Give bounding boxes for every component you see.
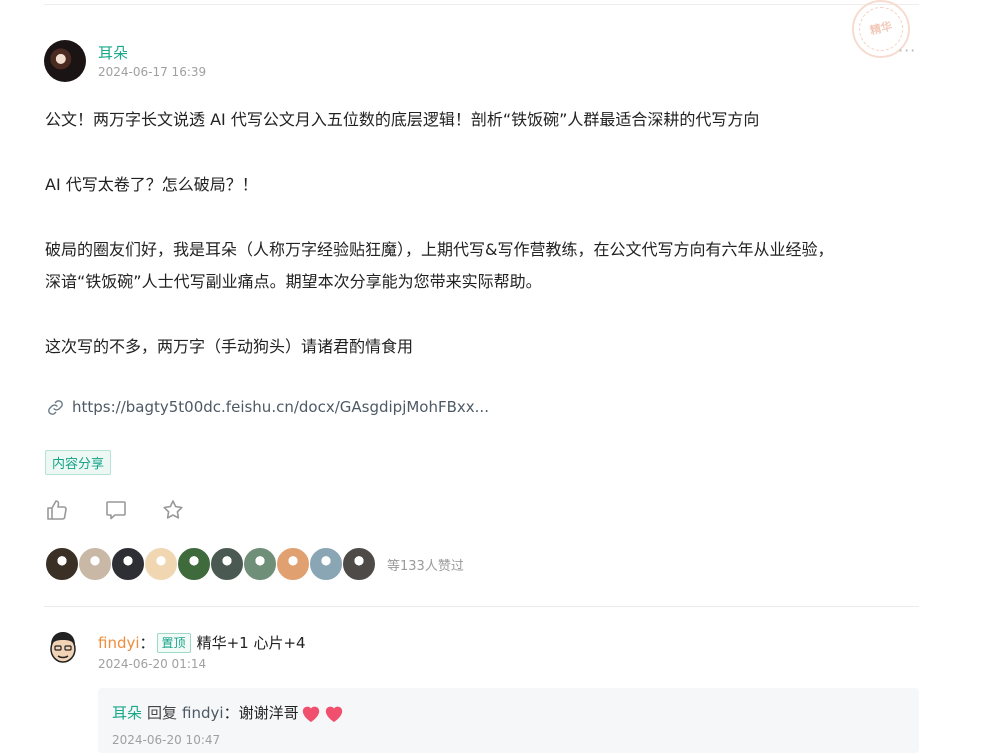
liker-avatar[interactable] <box>78 547 112 581</box>
liker-avatar[interactable] <box>177 547 211 581</box>
post-page: 精华 ··· 耳朵 2024-06-17 16:39 公文！两万字长文说透 AI… <box>0 0 986 753</box>
liker-avatar[interactable] <box>309 547 343 581</box>
link-url[interactable]: https://bagty5t00dc.feishu.cn/docx/GAsgd… <box>72 398 489 416</box>
pinned-badge: 置顶 <box>156 632 191 653</box>
likers-row: 等133人赞过 <box>45 546 464 582</box>
post-paragraph: 这次写的不多，两万字（手动狗头）请诸君酌情食用 <box>45 337 414 356</box>
author-avatar[interactable] <box>44 40 86 82</box>
post-title-line: 公文！两万字长文说透 AI 代写公文月入五位数的底层逻辑！剖析“铁饭碗”人群最适… <box>45 110 760 129</box>
favorite-star-icon[interactable] <box>161 498 185 522</box>
comment-icon[interactable] <box>104 498 128 522</box>
reply-target[interactable]: findyi <box>182 704 224 722</box>
post-timestamp: 2024-06-17 16:39 <box>98 65 207 79</box>
post-paragraph: 破局的圈友们好，我是耳朵（人称万字经验贴狂魔），上期代写&写作营教练，在公文代写… <box>45 240 834 259</box>
commenter-name[interactable]: findyi <box>98 634 140 652</box>
reply-author[interactable]: 耳朵 <box>112 702 142 723</box>
reply-text: 谢谢洋哥 <box>238 704 299 722</box>
document-link[interactable]: https://bagty5t00dc.feishu.cn/docx/GAsgd… <box>47 398 489 416</box>
author-name[interactable]: 耳朵 <box>98 42 128 63</box>
liker-avatar[interactable] <box>276 547 310 581</box>
top-divider <box>44 4 919 5</box>
comment-timestamp: 2024-06-20 01:14 <box>98 657 207 671</box>
liker-avatar[interactable] <box>243 547 277 581</box>
comment-divider <box>44 606 919 607</box>
liker-avatars <box>45 547 376 581</box>
liker-avatar[interactable] <box>45 547 79 581</box>
topic-tag[interactable]: 内容分享 <box>45 450 112 475</box>
more-options-icon[interactable]: ··· <box>898 40 924 62</box>
reply-colon: ： <box>223 704 239 722</box>
likes-count[interactable]: 等133人赞过 <box>387 555 464 574</box>
reply-line: 耳朵 回复 findyi ： 谢谢洋哥 <box>112 702 345 723</box>
reply-timestamp: 2024-06-20 10:47 <box>112 733 221 747</box>
liker-avatar[interactable] <box>342 547 376 581</box>
comment-colon: ： <box>139 634 155 652</box>
comment-text: 精华+1 心片+4 <box>196 634 306 652</box>
post-paragraph: 深谙“铁饭碗”人士代写副业痛点。期望本次分享能为您带来实际帮助。 <box>45 272 542 291</box>
comment-line: findyi ： 置顶 精华+1 心片+4 <box>98 632 306 653</box>
liker-avatar[interactable] <box>111 547 145 581</box>
reply-box: 耳朵 回复 findyi ： 谢谢洋哥 2024-06-20 10:47 <box>98 688 919 753</box>
featured-stamp-text: 精华 <box>868 19 894 38</box>
like-icon[interactable] <box>45 498 69 522</box>
commenter-avatar[interactable] <box>45 628 81 664</box>
heart-emoji-icon <box>302 706 319 722</box>
heart-emoji-icon <box>325 706 342 722</box>
liker-avatar[interactable] <box>210 547 244 581</box>
link-icon <box>48 399 63 415</box>
liker-avatar[interactable] <box>144 547 178 581</box>
reply-word: 回复 <box>147 704 178 722</box>
commenter-avatar-illustration <box>50 632 76 663</box>
post-paragraph: AI 代写太卷了？怎么破局？！ <box>45 175 258 194</box>
